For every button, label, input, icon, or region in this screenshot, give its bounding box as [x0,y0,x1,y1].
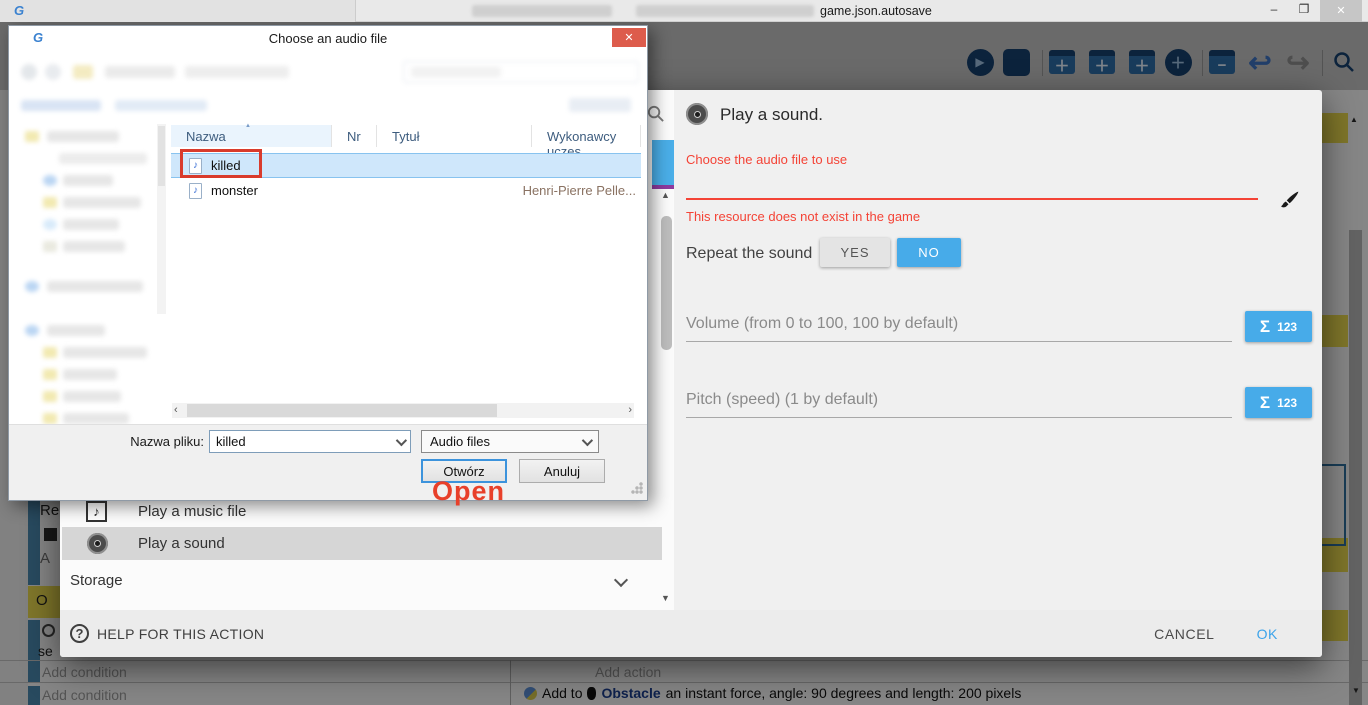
scroll-right-arrow[interactable]: › [628,404,632,416]
brush-icon[interactable] [1276,189,1301,219]
column-separator [640,125,641,147]
volume-input[interactable] [686,320,1232,342]
resource-error-text: This resource does not exist in the game [686,209,920,224]
chevron-down-icon [614,573,628,587]
storage-section-header[interactable]: Storage [62,564,662,596]
window-title-blurred [472,5,612,17]
annotation-red-box [180,149,262,178]
audio-file-icon: ♪ [189,183,202,199]
sort-ascending-icon: ▲ [245,123,251,129]
list-header-row: Nazwa ▲ Nr Tytuł Wykonawcy uczes... [171,125,641,147]
action-title: Play a sound. [720,105,823,125]
combo-arrow-icon [582,434,593,445]
combo-arrow-icon [396,434,407,445]
help-icon: ? [70,624,89,643]
window-tab: G [0,0,356,22]
restore-button[interactable]: ❐ [1292,2,1316,16]
storage-label: Storage [70,572,123,589]
filename-combobox[interactable]: killed [209,430,411,453]
repeat-label: Repeat the sound [686,245,812,263]
action-speaker-icon [686,103,708,125]
pitch-expression-button[interactable]: Σ 123 [1245,387,1312,418]
music-file-icon: ♪ [86,501,107,522]
screen: ▶ ＋ ＋ ＋ ＋ − ↩ ↪ Re A O se Add condition … [0,0,1368,705]
sigma-icon: Σ [1260,317,1270,337]
column-label: Nazwa [186,129,226,144]
minimize-button[interactable]: – [1262,2,1286,16]
nav-pane-blurred[interactable] [17,121,167,421]
instruction-search-icon[interactable] [646,104,665,128]
column-separator [376,125,377,147]
sigma-icon: Σ [1260,393,1270,413]
column-separator [331,125,332,147]
list-scroll-up[interactable]: ▲ [661,190,670,200]
audio-file-label: Choose the audio file to use [686,152,847,167]
audio-file-input[interactable] [686,178,1258,200]
filename-label: Nazwa pliku: [69,434,204,449]
dialog-footer: ? HELP FOR THIS ACTION CANCEL OK [60,610,1322,657]
volume-expression-button[interactable]: Σ 123 [1245,311,1312,342]
column-header-nazwa[interactable]: Nazwa ▲ [171,125,331,147]
filetype-combobox[interactable]: Audio files [421,430,599,453]
ok-button[interactable]: OK [1257,626,1278,642]
file-dialog-titlebar: G Choose an audio file [9,26,647,49]
gdevelop-icon: G [14,3,24,18]
list-item-play-sound[interactable]: Play a sound [62,527,662,560]
selected-tab-indicator[interactable] [652,140,674,185]
list-horizontal-scrollbar[interactable]: ‹ › [172,403,634,418]
window-titlebar: G game.json.autosave – ❐ ✕ [0,0,1368,22]
column-separator [531,125,532,147]
numbers-icon: 123 [1277,320,1297,334]
nav-scrollbar[interactable] [157,124,166,314]
tab-accent-bar [652,185,674,189]
filetype-value: Audio files [430,434,490,449]
choose-audio-file-dialog: G Choose an audio file ✕ [8,25,648,501]
speaker-icon [87,533,108,554]
list-item-label: Play a sound [138,535,225,552]
pitch-input[interactable] [686,396,1232,418]
file-dialog-toolbar-blurred [13,52,645,116]
column-header-nr[interactable]: Nr [347,129,361,144]
help-button[interactable]: ? HELP FOR THIS ACTION [70,624,264,643]
scroll-left-arrow[interactable]: ‹ [174,404,178,416]
help-label: HELP FOR THIS ACTION [97,626,264,642]
cancel-button[interactable]: CANCEL [1154,626,1214,642]
file-row-monster[interactable]: ♪ monster Henri-Pierre Pelle... [171,179,641,202]
list-scroll-down[interactable]: ▼ [661,593,670,603]
list-scrollbar-thumb[interactable] [661,216,672,350]
window-title: game.json.autosave [820,4,932,18]
filename-value: killed [216,434,246,449]
close-button[interactable]: ✕ [1320,0,1362,22]
repeat-yes-button[interactable]: YES [820,238,890,267]
cancel-file-button[interactable]: Anuluj [519,459,605,483]
window-title-blurred [636,5,814,17]
file-artist: Henri-Pierre Pelle... [523,183,636,198]
column-header-tytul[interactable]: Tytuł [392,129,419,144]
annotation-open-text: Open [432,476,505,507]
list-item-label: Play a music file [138,503,246,520]
numbers-icon: 123 [1277,396,1297,410]
file-dialog-close-button[interactable]: ✕ [612,28,646,47]
file-name: monster [211,183,258,198]
resize-grip[interactable] [631,482,643,494]
file-dialog-title: Choose an audio file [9,26,647,46]
gdevelop-icon: G [33,30,43,45]
scrollbar-thumb[interactable] [187,404,497,417]
repeat-no-button[interactable]: NO [897,238,961,267]
